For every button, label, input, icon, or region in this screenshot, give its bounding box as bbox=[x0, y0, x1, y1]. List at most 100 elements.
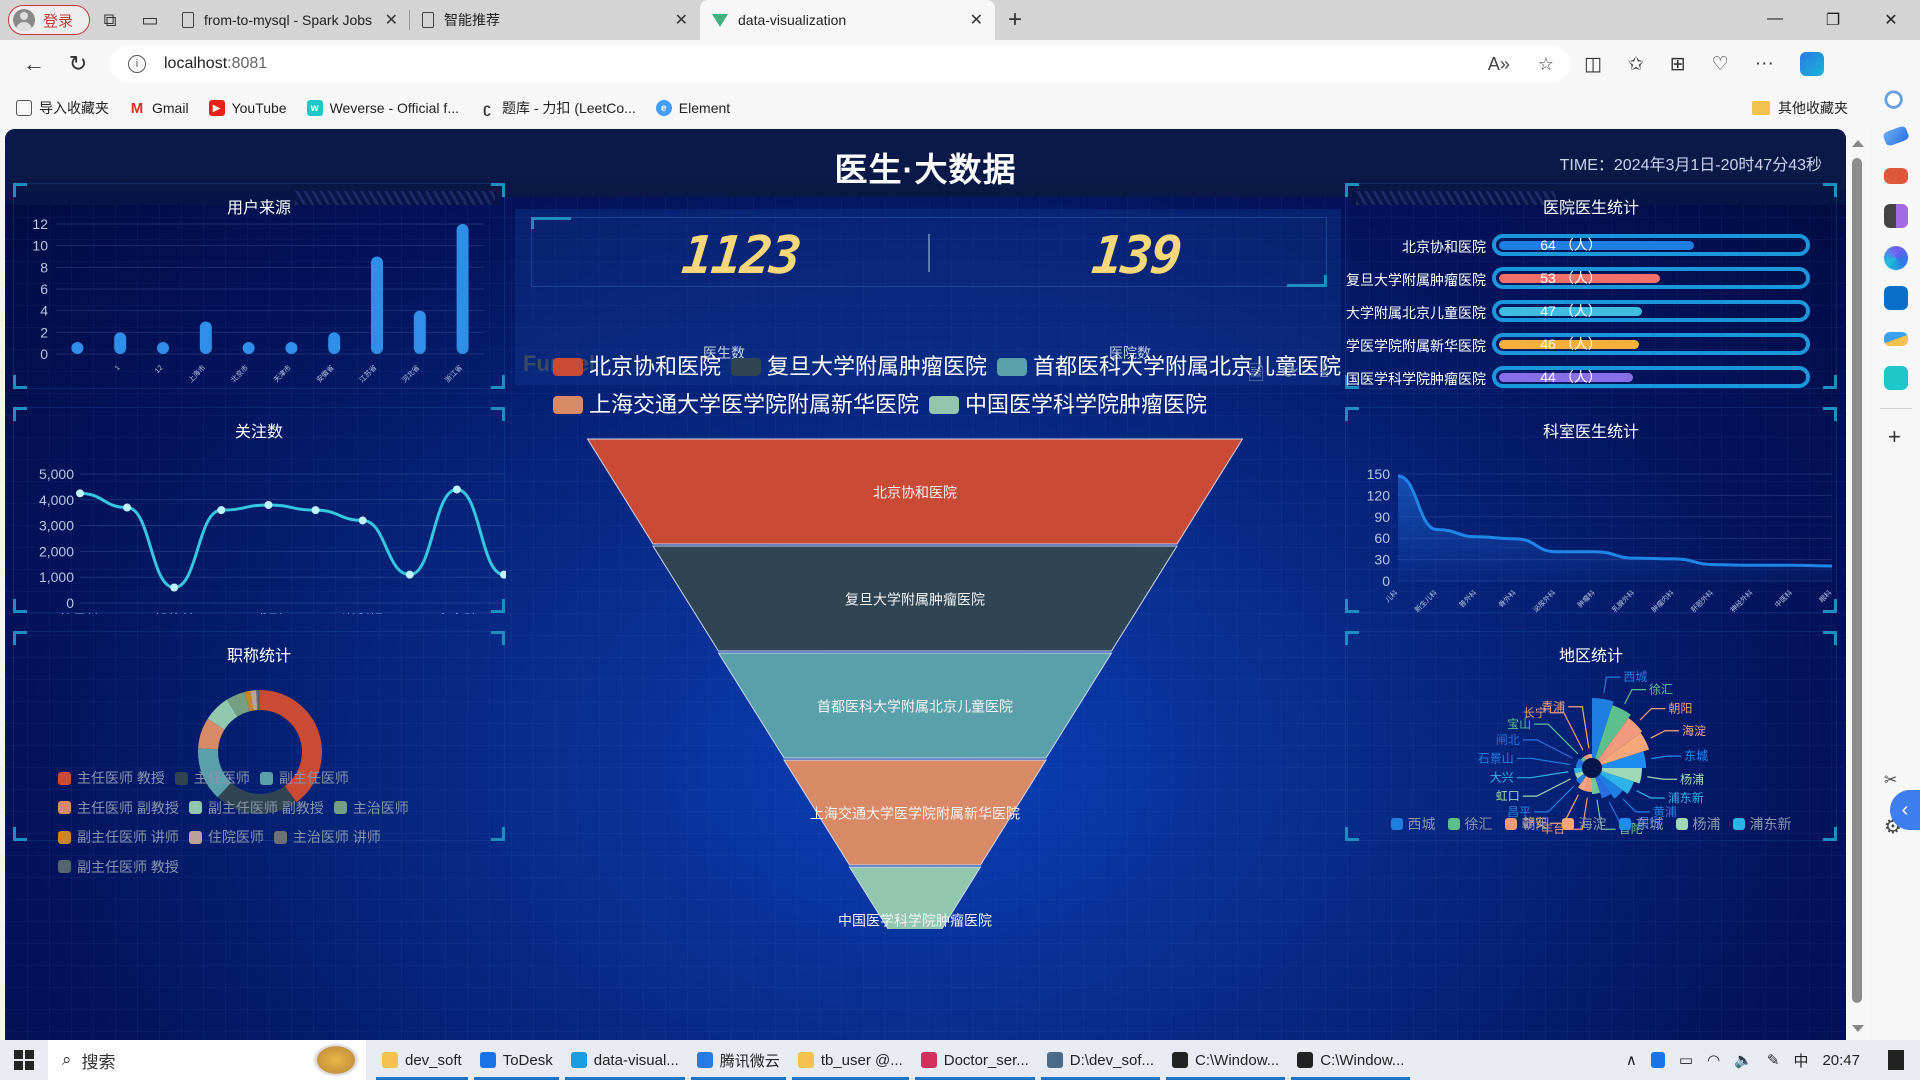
screenshot-icon[interactable]: ✂ bbox=[1884, 770, 1897, 790]
add-sidebar-app-icon[interactable]: + bbox=[1888, 424, 1901, 450]
games-icon[interactable] bbox=[1884, 204, 1908, 228]
taskbar-item[interactable]: C:\Window... bbox=[1289, 1040, 1412, 1080]
start-button[interactable] bbox=[14, 1050, 34, 1070]
new-tab-button[interactable]: + bbox=[995, 6, 1035, 34]
legend-item[interactable]: 复旦大学附属肿瘤医院 bbox=[731, 349, 987, 385]
outlook-icon[interactable] bbox=[1884, 286, 1908, 310]
wifi-icon[interactable]: ◠ bbox=[1707, 1051, 1720, 1069]
rose-label: 朝阳 bbox=[1668, 702, 1692, 716]
taskbar-search[interactable]: ⌕ 搜索 bbox=[48, 1040, 366, 1080]
volume-icon[interactable]: 🔈 bbox=[1734, 1051, 1753, 1069]
taskbar-item[interactable]: D:\dev_sof... bbox=[1039, 1040, 1162, 1080]
import-icon bbox=[16, 100, 32, 116]
data-view-icon[interactable]: 🗎 bbox=[1245, 359, 1267, 393]
legend-item[interactable]: 副主任医师 讲师 bbox=[58, 823, 179, 851]
pen-icon[interactable]: ✎ bbox=[1767, 1051, 1780, 1069]
notifications-icon[interactable] bbox=[1888, 1050, 1904, 1070]
battery-icon[interactable]: ▭ bbox=[1679, 1051, 1693, 1069]
shopping-tag-icon[interactable] bbox=[1882, 125, 1910, 147]
url-field[interactable]: i localhost:8081 A» ☆ bbox=[110, 46, 1570, 82]
taskbar-item[interactable]: dev_soft bbox=[374, 1040, 470, 1080]
taskbar-item[interactable]: ToDesk bbox=[472, 1040, 561, 1080]
hospital-name: 北京协和医院 bbox=[1402, 239, 1486, 255]
send-icon[interactable] bbox=[1884, 332, 1908, 346]
bookmark-youtube[interactable]: ▶ YouTube bbox=[208, 100, 287, 116]
other-bookmarks[interactable]: 其他收藏夹 bbox=[1752, 98, 1848, 118]
taskbar-item-label: ToDesk bbox=[502, 1051, 553, 1069]
read-aloud-icon[interactable]: A» bbox=[1488, 54, 1510, 75]
legend-item[interactable]: 上海交通大学医学院附属新华医院 bbox=[553, 387, 919, 423]
legend-item[interactable]: 徐汇 bbox=[1447, 814, 1493, 834]
x-tick-label: 俞全胜 bbox=[436, 612, 478, 614]
close-tab-icon[interactable]: ✕ bbox=[970, 10, 983, 30]
cmd-icon bbox=[1297, 1052, 1314, 1068]
legend-item[interactable]: 副主任医师 bbox=[259, 764, 349, 792]
favorite-star-icon[interactable]: ☆ bbox=[1538, 54, 1554, 75]
taskbar-item[interactable]: data-visual... bbox=[563, 1040, 687, 1080]
browser-essentials-icon[interactable]: ♡ bbox=[1712, 53, 1729, 76]
bookmark-gmail[interactable]: M Gmail bbox=[129, 100, 189, 117]
legend-item[interactable]: 住院医师 bbox=[188, 823, 264, 851]
legend-item[interactable]: 浦东新 bbox=[1732, 814, 1792, 834]
page-scrollbar[interactable] bbox=[1846, 128, 1870, 1040]
app-tray-icon[interactable] bbox=[1650, 1052, 1665, 1068]
microsoft365-icon[interactable] bbox=[1884, 246, 1908, 270]
search-icon[interactable] bbox=[1884, 90, 1908, 114]
legend-item[interactable]: 北京协和医院 bbox=[553, 349, 721, 385]
vertical-tabs-icon[interactable]: ▭ bbox=[130, 0, 170, 40]
url-host: localhost bbox=[164, 55, 228, 72]
favorites-icon[interactable]: ✩ bbox=[1628, 53, 1644, 76]
y-tick-label: 0 bbox=[40, 346, 48, 362]
reload-button[interactable]: ↻ bbox=[56, 51, 100, 77]
legend-label: 上海交通大学医学院附属新华医院 bbox=[589, 392, 920, 417]
close-tab-icon[interactable]: ✕ bbox=[675, 10, 688, 30]
tab-data-visualization[interactable]: data-visualization ✕ bbox=[700, 0, 995, 40]
legend-item[interactable]: 主治医师 bbox=[333, 794, 409, 822]
legend-item[interactable]: 主任医师 bbox=[174, 764, 250, 792]
taskbar-item[interactable]: 腾讯微云 bbox=[689, 1040, 788, 1080]
bookmark-element[interactable]: e Element bbox=[655, 100, 730, 116]
legend-item[interactable]: 主任医师 教授 bbox=[58, 764, 165, 792]
close-window-button[interactable]: ✕ bbox=[1862, 10, 1920, 30]
toolbox-icon[interactable] bbox=[1884, 168, 1908, 184]
bookmark-import[interactable]: 导入收藏夹 bbox=[16, 98, 109, 118]
bookmark-weverse[interactable]: w Weverse - Official f... bbox=[306, 100, 459, 116]
legend-item[interactable]: 主任医师 副教授 bbox=[58, 794, 179, 822]
restore-icon[interactable]: ⟳ bbox=[1279, 359, 1301, 393]
ime-indicator[interactable]: 中 bbox=[1793, 1050, 1808, 1071]
legend-item[interactable]: 西城 bbox=[1390, 814, 1436, 834]
y-tick-label: 1,000 bbox=[39, 569, 74, 585]
legend-item[interactable]: 杨浦 bbox=[1675, 814, 1721, 834]
minimize-button[interactable]: — bbox=[1746, 10, 1804, 30]
legend-item[interactable]: 朝阳 bbox=[1504, 814, 1550, 834]
taskbar-item[interactable]: Doctor_ser... bbox=[913, 1040, 1037, 1080]
legend-swatch bbox=[273, 830, 287, 844]
legend-item[interactable]: 海淀 bbox=[1561, 814, 1607, 834]
legend-item[interactable]: 中国医学科学院肿瘤医院 bbox=[929, 387, 1207, 423]
taskbar-item[interactable]: tb_user @... bbox=[790, 1040, 911, 1080]
region-chart: 西城徐汇朝阳海淀东城杨浦浦东新黄浦闵行普陀丰台静安昌平虹口大兴石景山闸北宝山长宁… bbox=[1478, 670, 1708, 836]
tab-spark-jobs[interactable]: from-to-mysql - Spark Jobs ✕ bbox=[170, 0, 410, 40]
workspaces-icon[interactable]: ⧉ bbox=[90, 0, 130, 40]
copilot-icon[interactable] bbox=[1799, 52, 1824, 76]
split-screen-icon[interactable]: ◫ bbox=[1584, 53, 1602, 76]
bookmark-leetcode[interactable]: ʗ 题库 - 力扣 (LeetCo... bbox=[479, 98, 636, 118]
restore-button[interactable]: ❐ bbox=[1804, 10, 1862, 30]
profile-login-button[interactable]: 登录 bbox=[8, 5, 90, 35]
legend-item[interactable]: 主治医师 讲师 bbox=[273, 823, 381, 851]
more-menu-icon[interactable]: ··· bbox=[1755, 53, 1774, 75]
show-hidden-icons[interactable]: ∧ bbox=[1626, 1051, 1637, 1069]
legend-item[interactable]: 副主任医师 副教授 bbox=[188, 794, 324, 822]
collections-icon[interactable]: ⊞ bbox=[1670, 53, 1686, 76]
legend-item[interactable]: 东城 bbox=[1618, 814, 1664, 834]
clock[interactable]: 20:47 bbox=[1822, 1052, 1860, 1069]
search-highlight-image bbox=[314, 1044, 358, 1076]
taskbar-item[interactable]: C:\Window... bbox=[1164, 1040, 1287, 1080]
weverse-sidebar-icon[interactable] bbox=[1884, 366, 1908, 390]
legend-item[interactable]: 副主任医师 教授 bbox=[58, 853, 179, 881]
site-info-icon[interactable]: i bbox=[128, 55, 146, 73]
tab-smart-recommend[interactable]: 智能推荐 ✕ bbox=[410, 0, 700, 40]
back-button[interactable]: ← bbox=[12, 51, 56, 77]
close-tab-icon[interactable]: ✕ bbox=[385, 10, 398, 30]
save-image-icon[interactable]: ⤓ bbox=[1313, 359, 1335, 393]
